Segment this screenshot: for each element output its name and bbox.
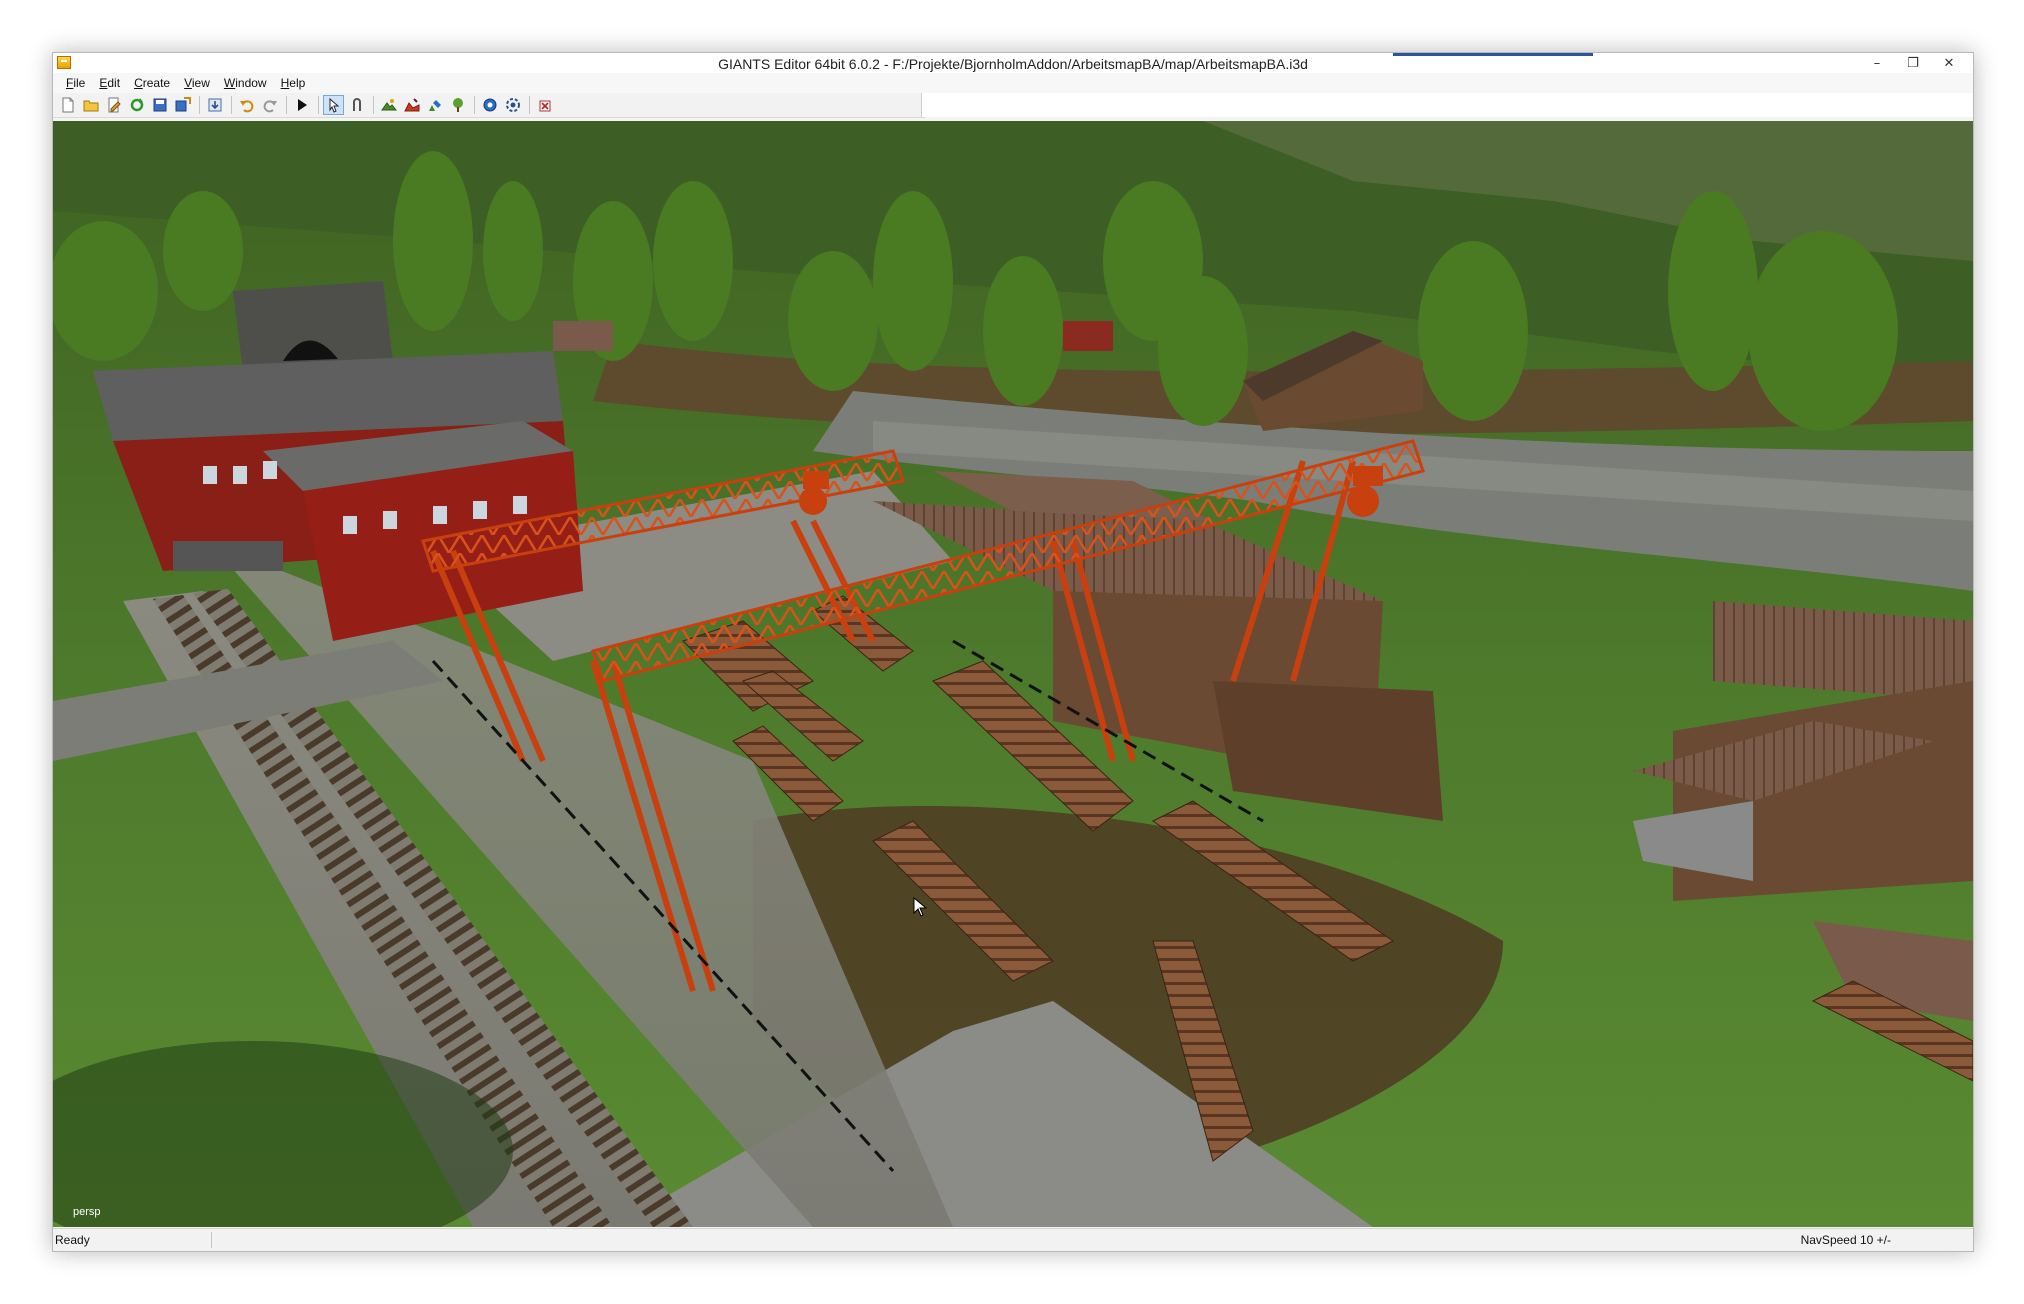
delete-icon[interactable] (534, 95, 555, 115)
toolbar-separator (199, 96, 200, 114)
menu-file[interactable]: File (59, 76, 92, 90)
nav-speed-indicator: NavSpeed 10 +/- (1800, 1233, 1891, 1247)
undo-icon[interactable] (236, 95, 257, 115)
menu-create[interactable]: Create (127, 76, 177, 90)
terrain-paint-icon[interactable] (378, 95, 399, 115)
main-toolbar (53, 93, 925, 118)
save-as-icon[interactable] (172, 95, 193, 115)
toolbar-empty-area (921, 93, 1973, 117)
open-file-icon[interactable] (80, 95, 101, 115)
camera-label: persp (73, 1206, 101, 1218)
editor-window: GIANTS Editor 64bit 6.0.2 - F:/Projekte/… (52, 52, 1974, 1252)
title-bar[interactable]: GIANTS Editor 64bit 6.0.2 - F:/Projekte/… (53, 53, 1973, 73)
menu-create-label: reate (142, 76, 171, 90)
menu-edit[interactable]: Edit (92, 76, 127, 90)
save-icon[interactable] (149, 95, 170, 115)
new-file-icon[interactable] (57, 95, 78, 115)
status-divider (211, 1232, 212, 1248)
window-controls: – ❐ ✕ (1859, 53, 1967, 73)
menu-window-label: indow (235, 76, 267, 90)
minimize-button[interactable]: – (1859, 53, 1895, 73)
menu-file-label: ile (73, 76, 86, 90)
foliage-paint-icon[interactable] (424, 95, 445, 115)
scene-render (53, 121, 1973, 1227)
menu-help-key: H (280, 76, 290, 90)
toolbar-separator (286, 96, 287, 114)
menu-create-key: C (134, 76, 143, 90)
status-bar: Ready NavSpeed 10 +/- (53, 1228, 1973, 1251)
3d-viewport[interactable]: persp (53, 121, 1973, 1227)
reload-icon[interactable] (126, 95, 147, 115)
move-tool-icon[interactable] (346, 95, 367, 115)
menu-view-key: V (184, 76, 192, 90)
toolbar-separator (318, 96, 319, 114)
toolbar-separator (231, 96, 232, 114)
play-icon[interactable] (291, 95, 312, 115)
restore-button[interactable]: ❐ (1895, 53, 1931, 73)
import-icon[interactable] (204, 95, 225, 115)
menu-window[interactable]: Window (217, 76, 274, 90)
menu-help[interactable]: Help (274, 76, 313, 90)
toolbar-separator (373, 96, 374, 114)
toolbar-separator (474, 96, 475, 114)
select-tool-icon[interactable] (323, 95, 344, 115)
menu-view-label: iew (191, 76, 210, 90)
redo-icon[interactable] (259, 95, 280, 115)
terrain-sculpt-icon[interactable] (401, 95, 422, 115)
edit-file-icon[interactable] (103, 95, 124, 115)
cpu-icon[interactable] (479, 95, 500, 115)
menu-view[interactable]: View (177, 76, 217, 90)
menu-window-key: W (223, 76, 236, 90)
menu-help-label: elp (289, 76, 306, 90)
tree-paint-icon[interactable] (447, 95, 468, 115)
close-button[interactable]: ✕ (1931, 53, 1967, 73)
menu-edit-label: dit (107, 76, 121, 90)
settings-icon[interactable] (502, 95, 523, 115)
menu-bar: File Edit Create View Window Help (53, 73, 1973, 93)
status-text: Ready (55, 1233, 90, 1247)
window-title: GIANTS Editor 64bit 6.0.2 - F:/Projekte/… (718, 56, 1308, 72)
toolbar-separator (529, 96, 530, 114)
